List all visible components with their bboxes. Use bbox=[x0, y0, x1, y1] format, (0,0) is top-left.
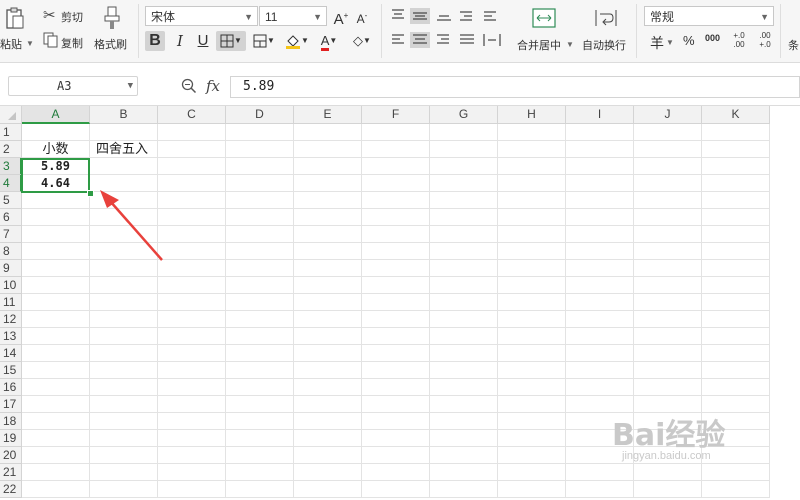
annotation-arrow bbox=[100, 190, 163, 261]
arrow-head bbox=[100, 190, 119, 208]
arrow-shaft bbox=[109, 200, 163, 261]
